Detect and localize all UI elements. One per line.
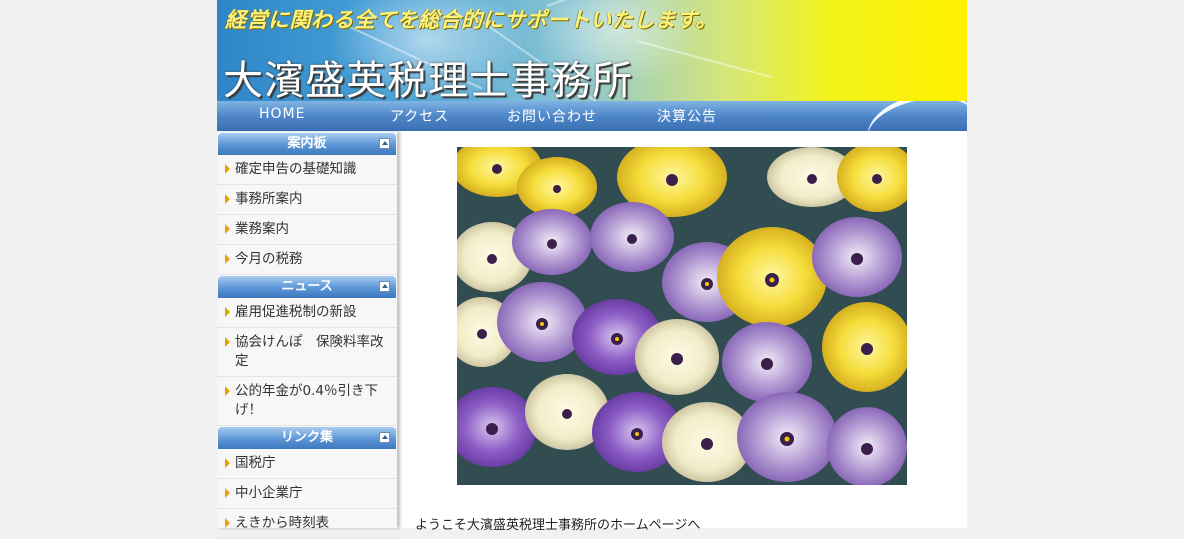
arrow-right-icon <box>225 307 230 317</box>
sidebar-header-label: ニュース <box>281 279 333 294</box>
arrow-right-icon <box>225 254 230 264</box>
sidebar-item-label: 業務案内 <box>235 221 289 237</box>
sidebar-item-link-sme[interactable]: 中小企業庁 <box>217 479 397 509</box>
office-name-title: 大濱盛英税理士事務所 <box>223 58 633 101</box>
sidebar-item-news-employment[interactable]: 雇用促進税制の新設 <box>217 298 397 328</box>
nav-home[interactable]: HOME <box>259 106 305 122</box>
arrow-right-icon <box>225 164 230 174</box>
sidebar-item-label: 協会けんぽ 保険料率改定 <box>235 334 384 369</box>
sidebar-header-label: リンク集 <box>280 430 333 445</box>
arrow-right-icon <box>225 386 230 396</box>
collapse-icon[interactable] <box>379 281 390 292</box>
sidebar-item-link-nta[interactable]: 国税庁 <box>217 449 397 479</box>
sidebar-item-label: 雇用促進税制の新設 <box>235 304 357 320</box>
arrow-right-icon <box>225 518 230 528</box>
sidebar-item-tax-basics[interactable]: 確定申告の基礎知識 <box>217 155 397 185</box>
welcome-text: ようこそ大濱盛英税理士事務所のホームページへ <box>415 518 701 533</box>
sidebar-header-news: ニュース <box>218 276 396 298</box>
nav-contact[interactable]: お問い合わせ <box>507 106 597 126</box>
sidebar-item-office-info[interactable]: 事務所案内 <box>217 185 397 215</box>
sidebar-item-label: 公的年金が0.4％引き下げ！ <box>235 383 378 418</box>
sidebar-item-news-kenpo[interactable]: 協会けんぽ 保険料率改定 <box>217 328 397 377</box>
collapse-icon[interactable] <box>379 432 390 443</box>
collapse-icon[interactable] <box>379 138 390 149</box>
sidebar-item-label: えきから時刻表 <box>235 515 330 531</box>
arrow-right-icon <box>225 458 230 468</box>
main-nav: HOME アクセス お問い合わせ 決算公告 <box>217 101 967 131</box>
sidebar-item-link-timetable[interactable]: えきから時刻表 <box>217 509 397 539</box>
sidebar: 案内板 確定申告の基礎知識 事務所案内 業務案内 今月の税務 ニュース 雇用促進… <box>217 132 397 539</box>
sidebar-header-label: 案内板 <box>287 136 327 151</box>
arrow-right-icon <box>225 337 230 347</box>
sidebar-item-label: 事務所案内 <box>235 191 303 207</box>
arrow-right-icon <box>225 224 230 234</box>
page-wrapper: 経営に関わる全てを総合的にサポートいたします。 大濱盛英税理士事務所 HOME … <box>217 0 967 539</box>
sidebar-item-news-pension[interactable]: 公的年金が0.4％引き下げ！ <box>217 377 397 426</box>
sidebar-header-guide: 案内板 <box>218 133 396 155</box>
sidebar-item-label: 確定申告の基礎知識 <box>235 161 357 177</box>
sidebar-header-links: リンク集 <box>218 427 396 449</box>
sidebar-item-label: 今月の税務 <box>235 251 303 267</box>
sidebar-item-monthly-tax[interactable]: 今月の税務 <box>217 245 397 275</box>
sidebar-item-services[interactable]: 業務案内 <box>217 215 397 245</box>
nav-access[interactable]: アクセス <box>390 106 449 126</box>
sidebar-item-label: 国税庁 <box>235 455 276 471</box>
arrow-right-icon <box>225 194 230 204</box>
pansy-flower-photo <box>457 147 907 485</box>
sidebar-item-label: 中小企業庁 <box>235 485 303 501</box>
nav-financial-notice[interactable]: 決算公告 <box>657 106 717 126</box>
header-tagline: 経営に関わる全てを総合的にサポートいたします。 <box>225 8 717 32</box>
arrow-right-icon <box>225 488 230 498</box>
header-banner: 経営に関わる全てを総合的にサポートいたします。 大濱盛英税理士事務所 <box>217 0 967 101</box>
